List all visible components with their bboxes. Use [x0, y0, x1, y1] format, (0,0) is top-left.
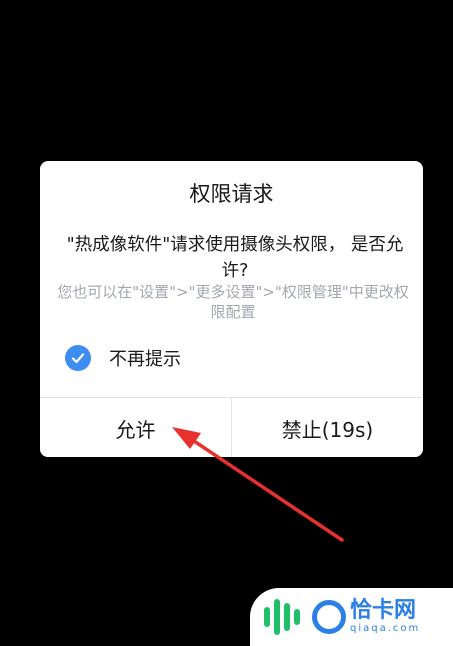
watermark-domain: qiaqa.com — [350, 623, 421, 634]
checkbox-label: 不再提示 — [109, 349, 181, 370]
circle-logo-icon — [312, 600, 346, 634]
allow-button[interactable]: 允许 — [40, 398, 232, 457]
dialog-title: 权限请求 — [189, 182, 274, 206]
bars-logo-icon — [264, 599, 300, 635]
dont-ask-again-checkbox[interactable]: 不再提示 — [65, 343, 181, 373]
checkmark-icon[interactable] — [65, 345, 91, 371]
dialog-message: "热成像软件"请求使用摄像头权限， 是否允许? — [66, 235, 404, 281]
dialog-hint: 您也可以在"设置">"更多设置">"权限管理"中更改权限配置 — [57, 283, 409, 321]
watermark: 恰卡网 qiaqa.com — [250, 588, 453, 646]
permission-dialog: 权限请求 "热成像软件"请求使用摄像头权限， 是否允许? 您也可以在"设置">"… — [40, 161, 423, 457]
deny-button[interactable]: 禁止(19s) — [232, 398, 423, 457]
dialog-button-bar: 允许 禁止(19s) — [40, 397, 423, 457]
watermark-name: 恰卡网 — [350, 598, 417, 623]
